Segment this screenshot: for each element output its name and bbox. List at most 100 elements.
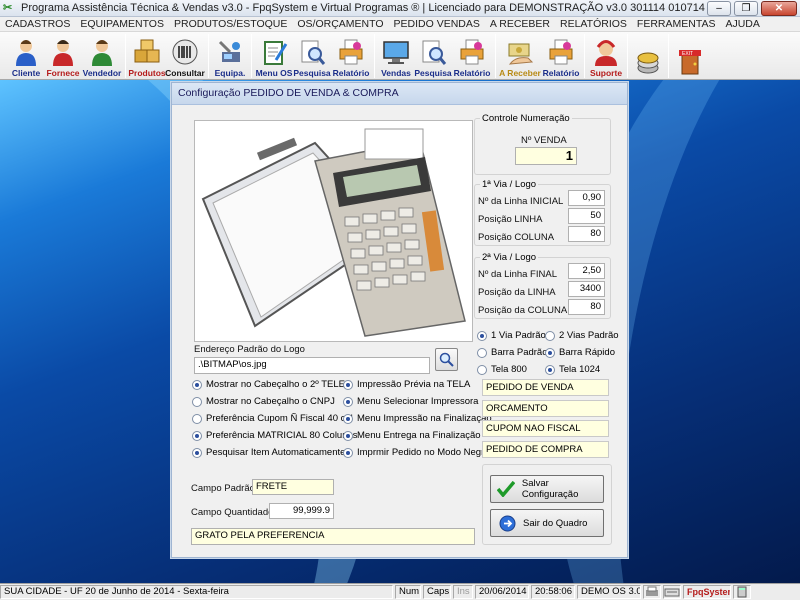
close-button[interactable]: ✕ (761, 0, 797, 16)
radio-dot (343, 396, 353, 407)
barcode-icon (171, 37, 199, 67)
toolbar-a-receber-button[interactable]: A Receber (499, 32, 541, 79)
status-brand: FpqSystem (683, 585, 731, 599)
campo-quantidade-input[interactable]: 99,999.9 (269, 503, 334, 519)
logo-path-input[interactable]: .\BITMAP\os.jpg (194, 357, 430, 374)
menu-a-receber[interactable]: A RECEBER (485, 18, 555, 30)
campo-quantidade-label: Campo Quantidade (191, 507, 274, 518)
toolbar-relatorio-os-button[interactable]: Relatório (331, 32, 371, 79)
posicao-linha-input[interactable]: 50 (568, 208, 605, 224)
linha-inicial-input[interactable]: 0,90 (568, 190, 605, 206)
radio-impressao-previa[interactable]: Impressão Prévia na TELA (343, 379, 470, 390)
minimize-button[interactable]: – (707, 0, 731, 16)
toolbar-separator (208, 34, 209, 78)
status-date: 20/06/2014 (475, 585, 529, 599)
menu-produtos-estoque[interactable]: PRODUTOS/ESTOQUE (169, 18, 292, 30)
posicao-da-linha-input[interactable]: 3400 (568, 281, 605, 297)
menu-bar: CADASTROS EQUIPAMENTOS PRODUTOS/ESTOQUE … (0, 17, 800, 32)
status-keyboard-icon[interactable] (663, 585, 681, 599)
radio-2-vias-padrao[interactable]: 2 Vias Padrão (545, 330, 619, 341)
radio-menu-impressao-finalizacao[interactable]: Menu Impressão na Finalização (343, 413, 492, 424)
document-search-icon (419, 37, 447, 67)
radio-dot (192, 447, 202, 458)
title-cupom-input[interactable]: CUPOM NAO FISCAL (482, 420, 609, 437)
campo-padrao-label: Campo Padrão (191, 483, 255, 494)
toolbar-exit-button[interactable]: EXIT (672, 32, 708, 79)
printer-report-icon (458, 37, 486, 67)
posicao-coluna-input[interactable]: 80 (568, 226, 605, 242)
status-caps: Caps (423, 585, 451, 599)
toolbar-relatorio-receber-button[interactable]: Relatório (541, 32, 581, 79)
campo-padrao-input[interactable]: FRETE (252, 479, 334, 495)
menu-pedido-vendas[interactable]: PEDIDO VENDAS (389, 18, 485, 30)
radio-mostrar-2-telef[interactable]: Mostrar no Cabeçalho o 2º TELEF. (192, 379, 352, 390)
title-pedido-compra-input[interactable]: PEDIDO DE COMPRA (482, 441, 609, 458)
venda-number-input[interactable]: 1 (515, 147, 577, 165)
logo-path-label: Endereço Padrão do Logo (194, 344, 305, 355)
radio-dot (477, 330, 487, 341)
radio-cupom-40-col[interactable]: Preferência Cupom Ñ Fiscal 40 col (192, 413, 353, 424)
radio-menu-entrega-finalizacao[interactable]: Menu Entrega na Finalização (343, 430, 481, 441)
monitor-icon (382, 37, 410, 67)
toolbar-relatorio-vendas-button[interactable]: Relatório (452, 32, 492, 79)
menu-relatorios[interactable]: RELATÓRIOS (555, 18, 632, 30)
toolbar-vendas-button[interactable]: Vendas (378, 32, 414, 79)
support-headset-icon (592, 37, 620, 67)
toolbar-vendedor-button[interactable]: Vendedor (82, 32, 122, 79)
logo-preview-image (194, 120, 473, 342)
menu-ajuda[interactable]: AJUDA (720, 18, 764, 30)
title-orcamento-input[interactable]: ORCAMENTO (482, 400, 609, 417)
radio-dot (477, 347, 487, 358)
save-config-button[interactable]: Salvar Configuração (490, 475, 604, 503)
arrow-circle-icon (497, 513, 517, 533)
toolbar-suporte-button[interactable]: Suporte (588, 32, 624, 79)
radio-dot (192, 430, 202, 441)
toolbar-pesquisa-vendas-button[interactable]: Pesquisa (414, 32, 452, 79)
menu-ferramentas[interactable]: FERRAMENTAS (632, 18, 721, 30)
radio-mostrar-cnpj[interactable]: Mostrar no Cabeçalho o CNPJ (192, 396, 335, 407)
footer-message-input[interactable]: GRATO PELA PREFERENCIA (191, 528, 475, 545)
exit-door-icon: EXIT (676, 47, 704, 77)
menu-cadastros[interactable]: CADASTROS (0, 18, 75, 30)
linha-final-input[interactable]: 2,50 (568, 263, 605, 279)
radio-dot (477, 364, 487, 375)
toolbar-menu-os-button[interactable]: Menu OS (255, 32, 293, 79)
radio-matricial-80-col[interactable]: Preferência MATRICIAL 80 Colunas (192, 430, 358, 441)
radio-barra-rapido[interactable]: Barra Rápido (545, 347, 615, 358)
status-version: DEMO OS 3.0 (577, 585, 641, 599)
toolbar-separator (627, 34, 628, 78)
toolbar-fornece-button[interactable]: Fornece (44, 32, 82, 79)
status-calculator-icon[interactable] (733, 585, 751, 599)
menu-equipamentos[interactable]: EQUIPAMENTOS (75, 18, 169, 30)
radio-tela-1024[interactable]: Tela 1024 (545, 364, 600, 375)
radio-dot (545, 330, 555, 341)
radio-dot (343, 413, 353, 424)
title-pedido-venda-input[interactable]: PEDIDO DE VENDA (482, 379, 609, 396)
posicao-linha-label: Posição LINHA (478, 214, 543, 225)
coins-icon (634, 47, 662, 77)
toolbar-equipa-button[interactable]: Equipa. (212, 32, 248, 79)
toolbar-consultar-button[interactable]: Consultar (165, 32, 205, 79)
window-title: Programa Assistência Técnica & Vendas v3… (21, 2, 705, 14)
radio-imprimir-negrito[interactable]: Imprmir Pedido no Modo Negrito (343, 447, 494, 458)
toolbar-produtos-button[interactable]: Produtos (128, 32, 166, 79)
browse-logo-button[interactable] (435, 348, 458, 371)
menu-os-orcamento[interactable]: OS/ORÇAMENTO (292, 18, 388, 30)
toolbar-pesquisa-os-button[interactable]: Pesquisa (293, 32, 331, 79)
radio-pesquisar-auto[interactable]: Pesquisar Item Automaticamente (192, 447, 345, 458)
radio-barra-padrao[interactable]: Barra Padrão (477, 347, 548, 358)
toolbar-separator (495, 34, 496, 78)
toolbar-coins-button[interactable] (631, 32, 665, 79)
radio-tela-800[interactable]: Tela 800 (477, 364, 527, 375)
printer-report-icon (337, 37, 365, 67)
radio-1-via-padrao[interactable]: 1 Via Padrão (477, 330, 546, 341)
maximize-button[interactable]: ❐ (734, 0, 758, 16)
radio-dot (192, 379, 202, 390)
posicao-da-coluna-input[interactable]: 80 (568, 299, 605, 315)
posicao-coluna-label: Posição COLUNA (478, 232, 555, 243)
toolbar-cliente-button[interactable]: Cliente (8, 32, 44, 79)
status-printer-icon[interactable] (643, 585, 661, 599)
radio-menu-selecionar-impressora[interactable]: Menu Selecionar Impressora (343, 396, 478, 407)
exit-dialog-button[interactable]: Sair do Quadro (490, 509, 604, 537)
status-ins: Ins (453, 585, 473, 599)
